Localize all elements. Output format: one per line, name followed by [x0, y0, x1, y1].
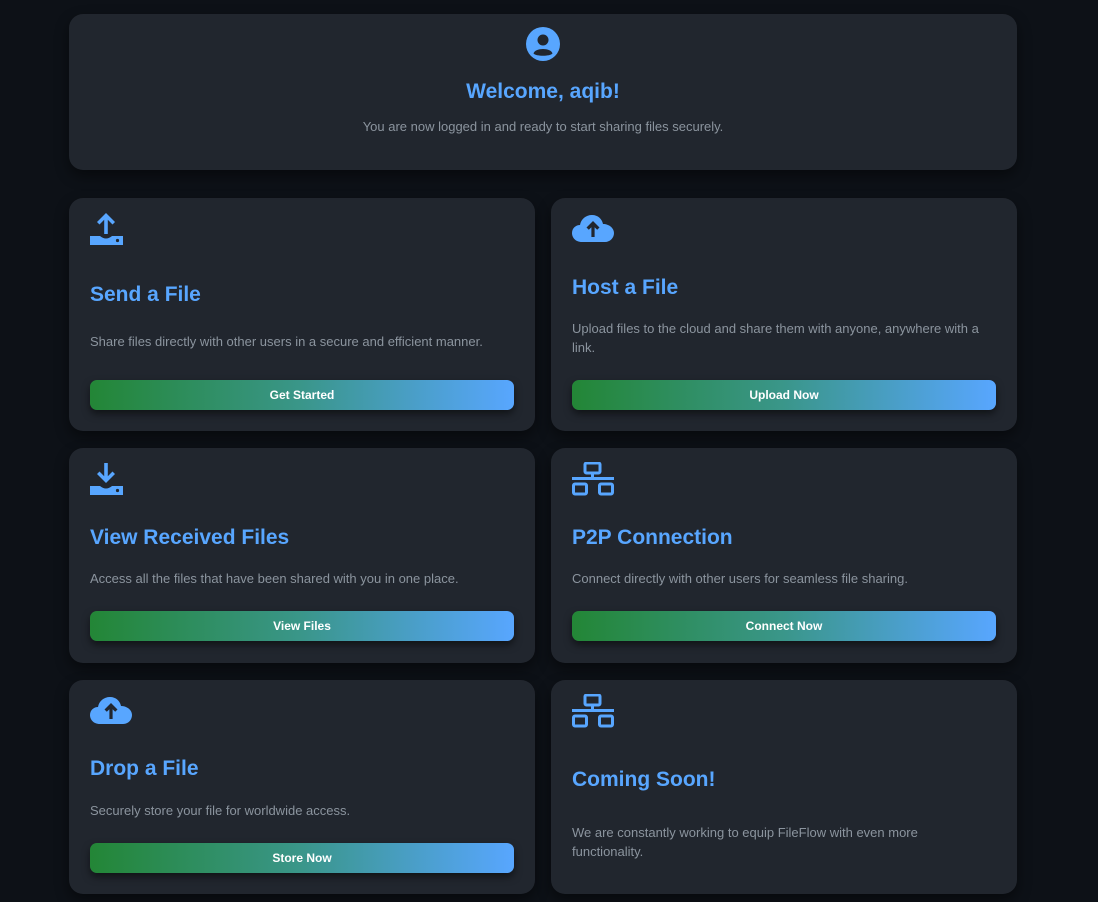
cloud-upload-icon — [572, 215, 614, 242]
card-title: Drop a File — [90, 757, 199, 780]
card-host-file: Host a File Upload files to the cloud an… — [551, 198, 1017, 431]
welcome-subtitle: You are now logged in and ready to start… — [362, 119, 724, 134]
card-description: We are constantly working to equip FileF… — [572, 825, 918, 859]
card-send-file: Send a File Share files directly with ot… — [69, 198, 535, 431]
download-tray-icon — [90, 463, 123, 495]
card-description: Connect directly with other users for se… — [572, 571, 908, 586]
card-view-received-files: View Received Files Access all the files… — [69, 448, 535, 663]
connect-now-button[interactable]: Connect Now — [572, 611, 996, 641]
card-description: Securely store your file for worldwide a… — [90, 803, 351, 818]
cloud-upload-icon — [90, 697, 132, 724]
card-title: Coming Soon! — [572, 768, 716, 791]
card-title: View Received Files — [90, 526, 290, 549]
network-icon — [572, 694, 614, 728]
card-coming-soon: Coming Soon! We are constantly working t… — [551, 680, 1017, 894]
welcome-banner: Welcome, aqib! You are now logged in and… — [69, 14, 1017, 170]
card-drop-file: Drop a File Securely store your file for… — [69, 680, 535, 894]
user-circle-icon — [526, 27, 560, 61]
card-title: P2P Connection — [572, 526, 733, 549]
card-description: Upload files to the cloud and share them… — [572, 321, 979, 355]
card-title: Host a File — [572, 276, 679, 299]
welcome-title: Welcome, aqib! — [466, 80, 620, 103]
upload-now-button[interactable]: Upload Now — [572, 380, 996, 410]
card-title: Send a File — [90, 283, 201, 306]
network-icon — [572, 462, 614, 496]
dashboard-page: Welcome, aqib! You are now logged in and… — [0, 0, 1098, 902]
card-p2p-connection: P2P Connection Connect directly with oth… — [551, 448, 1017, 663]
card-description: Access all the files that have been shar… — [90, 571, 459, 586]
view-files-button[interactable]: View Files — [90, 611, 514, 641]
card-description: Share files directly with other users in… — [90, 334, 483, 349]
get-started-button[interactable]: Get Started — [90, 380, 514, 410]
store-now-button[interactable]: Store Now — [90, 843, 514, 873]
upload-tray-icon — [90, 213, 123, 245]
